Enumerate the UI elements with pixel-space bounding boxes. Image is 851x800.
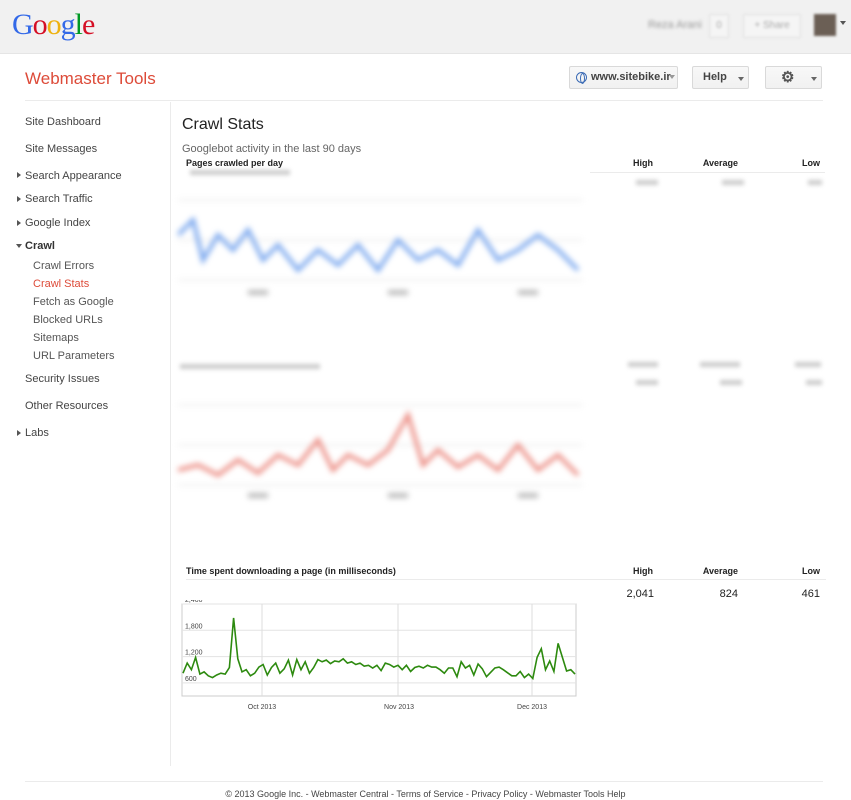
blurred-pages-crawled-chart [178,199,583,295]
blurred-value [720,380,742,385]
site-selector-button[interactable]: www.sitebike.ir [569,66,678,89]
globe-icon [576,72,587,84]
notifications-button[interactable]: 0 [709,14,729,38]
app-title[interactable]: Webmaster Tools [25,69,156,89]
chevron-down-icon [738,77,744,81]
expand-arrow-icon[interactable] [17,172,21,178]
blurred-text [190,170,290,175]
sidebar-item-crawl-stats[interactable]: Crawl Stats [33,278,89,290]
time-spent-title: Time spent downloading a page (in millis… [186,566,396,576]
expand-arrow-icon[interactable] [17,220,21,226]
footer: © 2013 Google Inc. - Webmaster Central -… [0,789,851,799]
time-average-value: 824 [719,588,738,600]
collapse-arrow-icon[interactable] [16,244,22,248]
expand-arrow-icon[interactable] [17,196,21,202]
logo-letter: o [32,8,48,41]
footer-divider [25,781,823,782]
y-tick-label: 1,200 [185,650,203,657]
header-divider [25,100,823,101]
sidebar-item-labs[interactable]: Labs [25,427,49,439]
sidebar-item-url-parameters[interactable]: URL Parameters [33,350,115,362]
chevron-down-icon [669,75,675,79]
expand-arrow-icon[interactable] [17,430,21,436]
logo-letter: G [12,8,34,41]
col-header-low: Low [802,566,820,576]
user-name-link[interactable]: Reza Arani [648,19,702,31]
divider [186,579,826,580]
col-header-low: Low [802,158,820,168]
account-chevron-down-icon[interactable] [840,21,846,25]
help-label: Help [703,71,727,83]
footer-link-webmaster-central[interactable]: Webmaster Central [311,789,388,799]
sidebar-item-security-issues[interactable]: Security Issues [25,373,100,385]
logo-letter: g [60,8,76,41]
site-selector-label: www.sitebike.ir [591,71,671,83]
sidebar-item-site-messages[interactable]: Site Messages [25,143,97,155]
avatar[interactable] [814,14,836,36]
col-header-high: High [633,158,653,168]
logo-letter: l [74,8,83,41]
blurred-value [795,362,821,367]
sidebar-item-search-traffic[interactable]: Search Traffic [25,193,93,205]
share-button[interactable]: + Share [743,14,801,38]
time-high-value: 2,041 [626,588,654,600]
time-spent-chart[interactable]: 2,400 1,800 1,200 600 Oct 2013 Nov 2013 Dec 20… [180,600,580,718]
x-tick-label: Nov 2013 [384,704,414,711]
google-logo[interactable]: Google [12,8,95,42]
blurred-kilobytes-chart [178,404,583,498]
page-title: Crawl Stats [182,116,264,133]
time-low-value: 461 [801,588,820,600]
divider [590,172,825,173]
sidebar-item-other-resources[interactable]: Other Resources [25,400,108,412]
col-header-high: High [633,566,653,576]
page-subtitle: Googlebot activity in the last 90 days [182,143,362,155]
blurred-text [180,364,320,369]
blurred-value [806,380,822,385]
blurred-value [700,362,740,367]
blurred-value [636,380,658,385]
help-button[interactable]: Help [692,66,749,89]
sidebar-item-crawl[interactable]: Crawl [25,240,55,252]
blurred-value [808,180,822,185]
sidebar-item-crawl-errors[interactable]: Crawl Errors [33,260,94,272]
footer-link-help[interactable]: Webmaster Tools Help [535,789,625,799]
footer-link-privacy[interactable]: Privacy Policy [471,789,527,799]
gear-icon: ⚙ [781,69,795,86]
google-bar: Google Reza Arani 0 + Share [0,0,851,54]
pages-crawled-title: Pages crawled per day [186,158,284,168]
y-tick-label: 1,800 [185,623,203,630]
x-tick-label: Dec 2013 [517,704,547,711]
logo-letter: o [46,8,62,41]
sidebar-item-site-dashboard[interactable]: Site Dashboard [25,116,101,128]
sidebar-item-google-index[interactable]: Google Index [25,217,90,229]
plot-frame [181,603,577,697]
blurred-value [636,180,658,185]
col-header-average: Average [702,158,738,168]
x-tick-label: Oct 2013 [248,704,277,711]
y-tick-label: 600 [185,676,197,683]
footer-copyright: © 2013 Google Inc. [225,789,304,799]
blurred-value [628,362,658,367]
sidebar-item-search-appearance[interactable]: Search Appearance [25,170,122,182]
footer-separator: - [303,789,312,799]
col-header-average: Average [702,566,738,576]
chevron-down-icon [811,77,817,81]
logo-letter: e [82,8,95,41]
sidebar-item-sitemaps[interactable]: Sitemaps [33,332,79,344]
sidebar-item-blocked-urls[interactable]: Blocked URLs [33,314,103,326]
footer-link-terms[interactable]: Terms of Service [396,789,463,799]
settings-button[interactable]: ⚙ [765,66,822,89]
y-tick-label: 2,400 [185,600,203,604]
blurred-value [722,180,744,185]
sidebar-item-fetch-as-google[interactable]: Fetch as Google [33,296,114,308]
